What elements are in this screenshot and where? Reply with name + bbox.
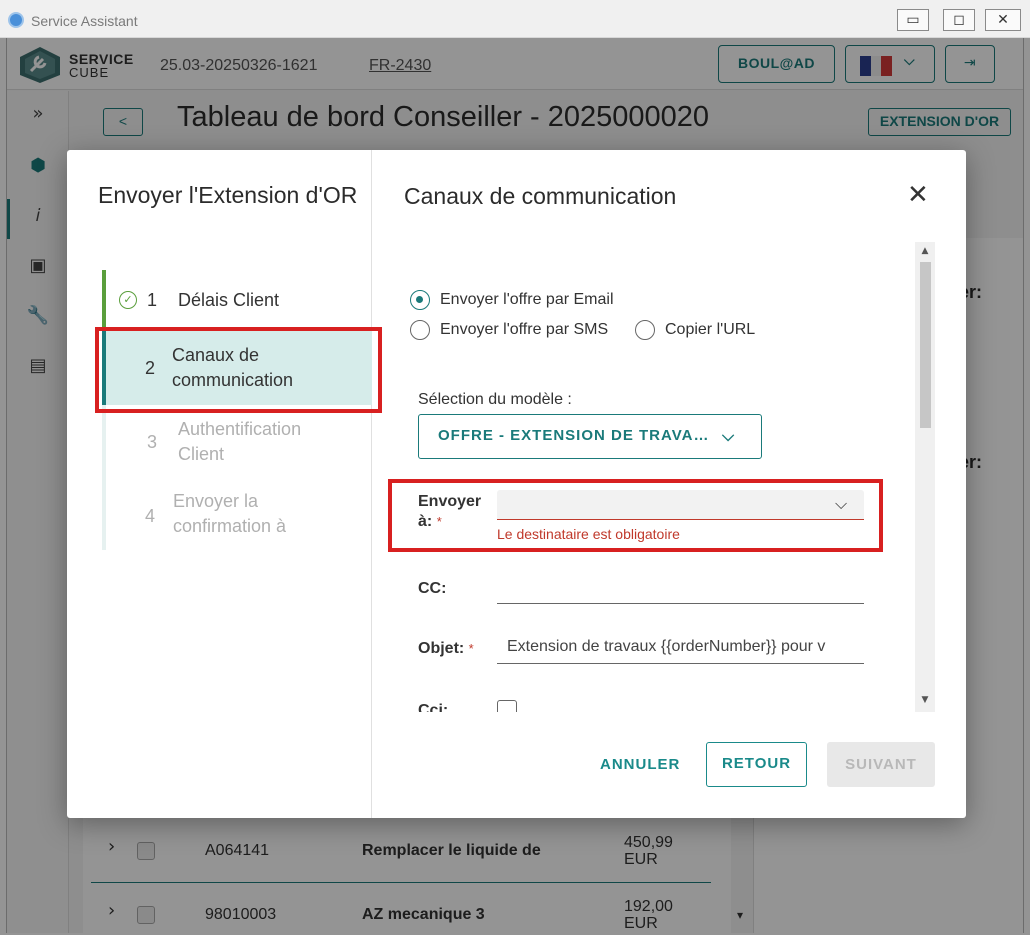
step-label: Authentification Client	[178, 419, 302, 464]
chevron-down-icon: ⌵	[722, 426, 736, 445]
highlight-box	[388, 479, 883, 552]
radio-email-label[interactable]: Envoyer l'offre par Email	[440, 291, 614, 309]
window-title: Service Assistant	[31, 13, 138, 29]
step-1[interactable]: ✓ 1 Délais Client	[102, 270, 372, 330]
template-dropdown[interactable]: OFFRE - EXTENSION DE TRAVA… ⌵	[418, 414, 762, 459]
subject-input[interactable]: Extension de travaux {{orderNumber}} pou…	[497, 634, 864, 664]
step-label: Délais Client	[178, 290, 280, 310]
scroll-up-icon[interactable]: ▲	[919, 246, 931, 256]
radio-sms[interactable]	[410, 320, 430, 340]
close-window-button[interactable]: ✕	[985, 9, 1021, 31]
radio-email[interactable]	[410, 290, 430, 310]
radio-sms-label[interactable]: Envoyer l'offre par SMS	[440, 321, 608, 339]
step-4[interactable]: 4 Envoyer la confirmation à	[102, 480, 372, 550]
template-label: Sélection du modèle :	[418, 391, 572, 408]
close-dialog-icon[interactable]: ✕	[907, 182, 929, 208]
template-value: OFFRE - EXTENSION DE TRAVA…	[438, 427, 710, 444]
next-button[interactable]: SUIVANT	[827, 742, 935, 787]
stepper-panel: Envoyer l'Extension d'OR ✓ 1 Délais Clie…	[67, 150, 382, 818]
dialog-heading: Envoyer l'Extension d'OR	[98, 182, 358, 208]
step-label: Envoyer la confirmation à	[173, 491, 287, 536]
scroll-down-icon[interactable]: ▼	[919, 695, 931, 705]
cc-input[interactable]	[497, 574, 864, 604]
window-titlebar: Service Assistant ▭ ◻ ✕	[0, 0, 1030, 38]
step-3[interactable]: 3 Authentification Client	[102, 405, 372, 480]
maximize-button[interactable]: ◻	[943, 9, 975, 31]
cc-label: CC:	[418, 580, 447, 597]
bcc-checkbox[interactable]	[497, 700, 517, 712]
send-extension-dialog: Envoyer l'Extension d'OR ✓ 1 Délais Clie…	[67, 150, 966, 818]
radio-url-label[interactable]: Copier l'URL	[665, 321, 755, 339]
channels-panel: Canaux de communication ✕ Envoyer l'offr…	[373, 150, 966, 818]
back-button[interactable]: RETOUR	[706, 742, 807, 787]
step-number: 4	[145, 506, 156, 526]
form-scroll-area: Envoyer l'offre par Email Envoyer l'offr…	[373, 242, 936, 712]
check-circle-icon: ✓	[119, 291, 137, 309]
bcc-label: Cci:	[418, 702, 449, 712]
minimize-button[interactable]: ▭	[897, 9, 929, 31]
scroll-thumb[interactable]	[920, 262, 931, 428]
cancel-button[interactable]: ANNULER	[600, 756, 680, 773]
step-number: 3	[147, 432, 158, 452]
panel-title: Canaux de communication	[404, 183, 677, 209]
form-scrollbar[interactable]: ▲ ▼	[915, 242, 935, 712]
step-number: 1	[147, 290, 158, 310]
highlight-box	[95, 327, 382, 413]
subject-label: Objet: *	[418, 640, 474, 657]
radio-url[interactable]	[635, 320, 655, 340]
app-icon	[8, 12, 24, 28]
